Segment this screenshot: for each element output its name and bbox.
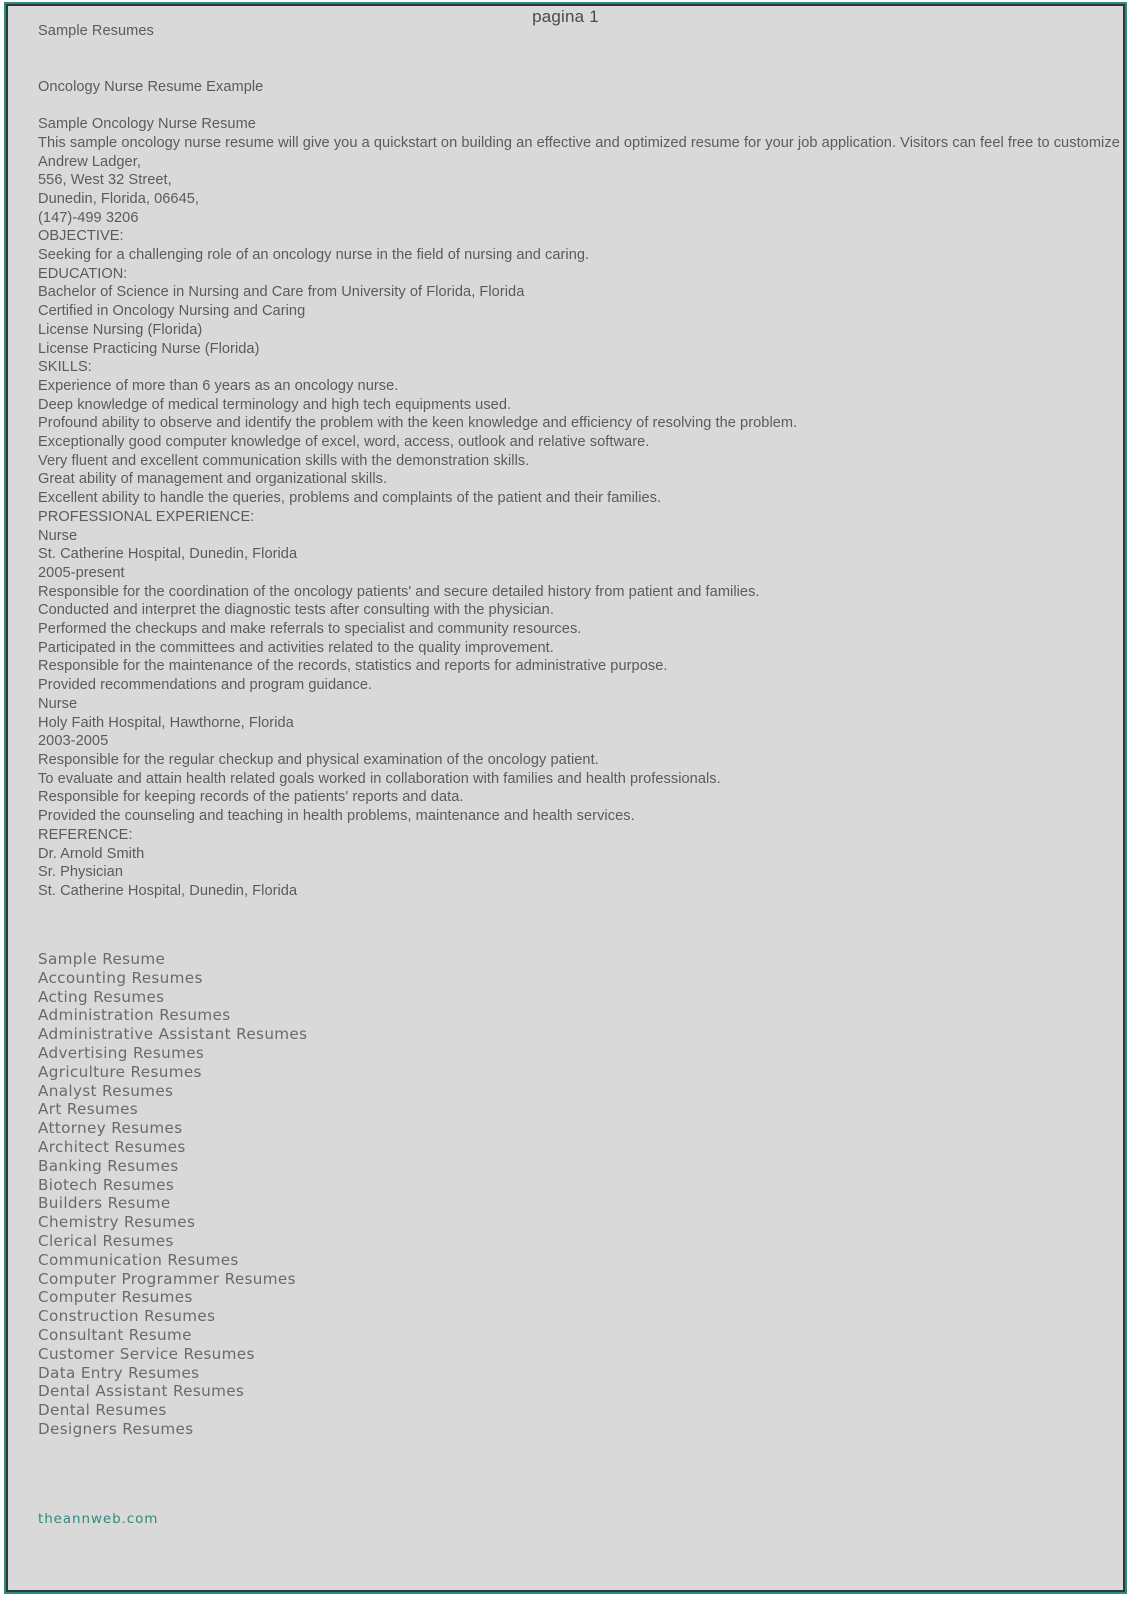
section-line: Responsible for keeping records of the p… xyxy=(38,789,464,806)
section-line: St. Catherine Hospital, Dunedin, Florida xyxy=(38,882,298,899)
section-line: Certified in Oncology Nursing and Caring xyxy=(38,303,306,320)
section-line: To evaluate and attain health related go… xyxy=(38,770,721,787)
section-line: Responsible for the regular checkup and … xyxy=(38,752,599,768)
section-line: Responsible for the maintenance of the r… xyxy=(38,658,668,675)
section-line: Responsible for the coordination of the … xyxy=(38,583,760,600)
list-item[interactable]: Sample Resume xyxy=(38,950,638,969)
section-line: Seeking for a challenging role of an onc… xyxy=(38,247,590,264)
list-item[interactable]: Attorney Resumes xyxy=(38,1119,638,1138)
list-item[interactable]: Communication Resumes xyxy=(38,1251,638,1270)
section-line: Exceptionally good computer knowledge of… xyxy=(38,434,650,451)
list-item[interactable]: Advertising Resumes xyxy=(38,1044,638,1063)
list-item[interactable]: Chemistry Resumes xyxy=(38,1213,638,1232)
page-title: Oncology Nurse Resume Example xyxy=(38,78,264,95)
list-item[interactable]: Accounting Resumes xyxy=(38,969,638,988)
list-item[interactable]: Agriculture Resumes xyxy=(38,1063,638,1082)
list-item[interactable]: Banking Resumes xyxy=(38,1157,638,1176)
list-item[interactable]: Architect Resumes xyxy=(38,1138,638,1157)
list-item[interactable]: Designers Resumes xyxy=(38,1420,638,1439)
list-item[interactable]: Computer Resumes xyxy=(38,1288,638,1307)
section-heading-professional-experience: PROFESSIONAL EXPERIENCE: xyxy=(38,508,255,525)
section-line: Bachelor of Science in Nursing and Care … xyxy=(38,284,525,301)
resume-document: Sample Resumes Oncology Nurse Resume Exa… xyxy=(38,22,1123,901)
list-item[interactable]: Analyst Resumes xyxy=(38,1082,638,1101)
list-item[interactable]: Art Resumes xyxy=(38,1100,638,1119)
section-line: Nurse xyxy=(38,527,78,544)
list-item[interactable]: Administration Resumes xyxy=(38,1006,638,1025)
list-item[interactable]: Customer Service Resumes xyxy=(38,1345,638,1364)
section-line: 2003-2005 xyxy=(38,733,109,750)
contact-city-state-zip: Dunedin, Florida, 06645, xyxy=(38,190,200,207)
section-line: License Practicing Nurse (Florida) xyxy=(38,340,260,357)
resume-intro-paragraph: This sample oncology nurse resume will g… xyxy=(38,134,1120,151)
section-line: Participated in the committees and activ… xyxy=(38,639,554,656)
section-heading-skills: SKILLS: xyxy=(38,359,92,376)
list-item[interactable]: Dental Resumes xyxy=(38,1401,638,1420)
page-canvas: pagina 1 Sample Resumes Oncology Nurse R… xyxy=(6,4,1125,1592)
section-line: 2005-present xyxy=(38,564,125,581)
resume-heading: Sample Oncology Nurse Resume xyxy=(38,116,256,133)
site-watermark[interactable]: theannweb.com xyxy=(38,1511,158,1527)
section-line: Conducted and interpret the diagnostic t… xyxy=(38,602,554,619)
list-item[interactable]: Dental Assistant Resumes xyxy=(38,1382,638,1401)
section-line: Sr. Physician xyxy=(38,864,124,881)
section-line: License Nursing (Florida) xyxy=(38,321,203,338)
page-frame: pagina 1 Sample Resumes Oncology Nurse R… xyxy=(4,2,1127,1594)
list-item[interactable]: Biotech Resumes xyxy=(38,1176,638,1195)
site-title: Sample Resumes xyxy=(38,23,154,39)
list-item[interactable]: Data Entry Resumes xyxy=(38,1364,638,1383)
section-heading-objective: OBJECTIVE: xyxy=(38,228,124,245)
contact-phone: (147)-499 3206 xyxy=(38,209,139,226)
list-item[interactable]: Consultant Resume xyxy=(38,1326,638,1345)
resume-category-list: Sample Resume Accounting Resumes Acting … xyxy=(38,950,638,1439)
section-line: Very fluent and excellent communication … xyxy=(38,452,530,469)
list-item[interactable]: Construction Resumes xyxy=(38,1307,638,1326)
section-line: Nurse xyxy=(38,695,78,712)
section-line: Dr. Arnold Smith xyxy=(38,845,145,862)
list-item[interactable]: Clerical Resumes xyxy=(38,1232,638,1251)
section-line: Profound ability to observe and identify… xyxy=(38,415,798,432)
list-item[interactable]: Administrative Assistant Resumes xyxy=(38,1025,638,1044)
section-line: Deep knowledge of medical terminology an… xyxy=(38,396,512,413)
contact-street: 556, West 32 Street, xyxy=(38,172,172,189)
section-line: Holy Faith Hospital, Hawthorne, Florida xyxy=(38,714,294,731)
section-line: Provided the counseling and teaching in … xyxy=(38,808,635,825)
section-line: Excellent ability to handle the queries,… xyxy=(38,490,662,507)
section-heading-reference: REFERENCE: xyxy=(38,826,133,843)
section-line: Great ability of management and organiza… xyxy=(38,471,388,488)
section-line: Performed the checkups and make referral… xyxy=(38,621,582,638)
section-heading-education: EDUCATION: xyxy=(38,265,128,282)
section-line: St. Catherine Hospital, Dunedin, Florida xyxy=(38,546,298,563)
section-line: Provided recommendations and program gui… xyxy=(38,677,373,694)
list-item[interactable]: Builders Resume xyxy=(38,1194,638,1213)
section-line: Experience of more than 6 years as an on… xyxy=(38,377,399,394)
contact-name: Andrew Ladger, xyxy=(38,153,141,170)
list-item[interactable]: Computer Programmer Resumes xyxy=(38,1270,638,1289)
list-item[interactable]: Acting Resumes xyxy=(38,988,638,1007)
